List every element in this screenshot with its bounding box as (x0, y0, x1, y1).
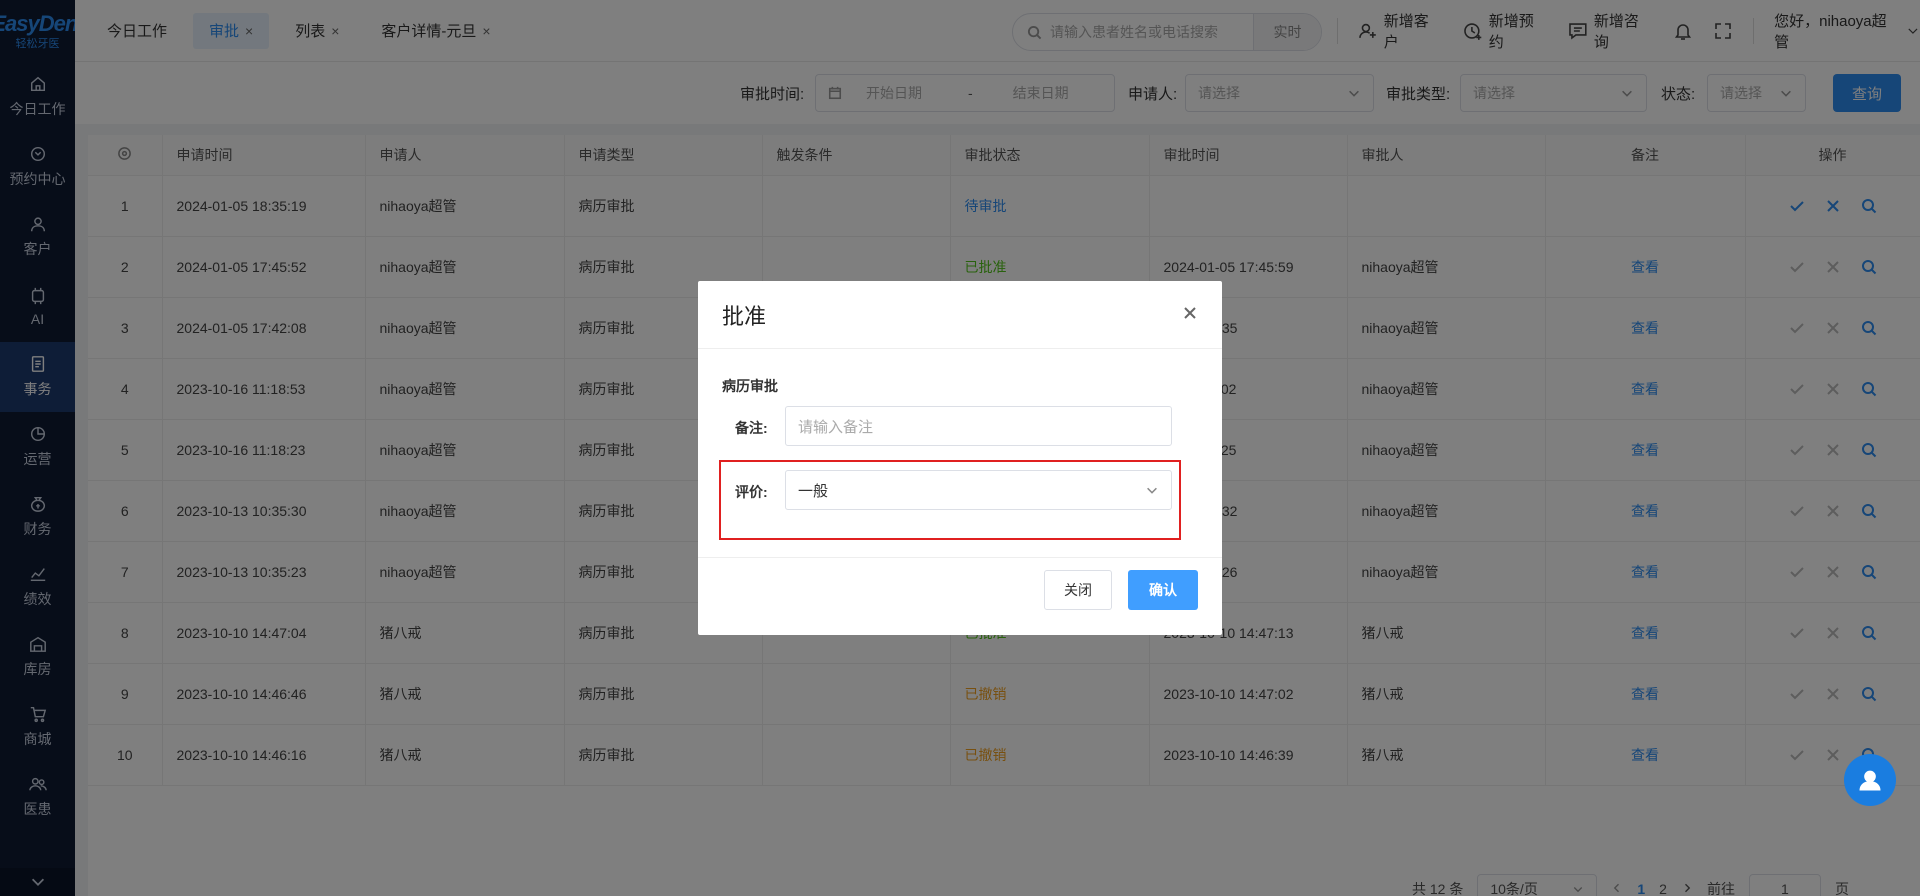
dialog-close-button[interactable] (1182, 305, 1198, 324)
dialog-section-title: 病历审批 (722, 378, 778, 394)
support-chat-button[interactable] (1844, 754, 1896, 806)
rating-label: 评价: (735, 484, 768, 500)
remark-label: 备注: (735, 420, 768, 436)
approve-dialog: 批准 病历审批 备注: 请输入备注 评价: 一般 关闭 确认 (698, 281, 1222, 635)
rating-select[interactable]: 一般 (785, 470, 1172, 510)
close-icon (1184, 307, 1196, 319)
dialog-footer: 关闭 确认 (698, 557, 1222, 635)
remark-input[interactable]: 请输入备注 (785, 406, 1172, 446)
customer-service-icon (1859, 770, 1881, 791)
dialog-title: 批准 (722, 303, 767, 329)
remark-placeholder: 请输入备注 (798, 418, 874, 436)
rating-value: 一般 (798, 482, 829, 500)
close-button[interactable]: 关闭 (1044, 570, 1112, 610)
dialog-header: 批准 (698, 281, 1222, 349)
confirm-button[interactable]: 确认 (1128, 570, 1198, 610)
chevron-down-icon (1147, 487, 1157, 494)
